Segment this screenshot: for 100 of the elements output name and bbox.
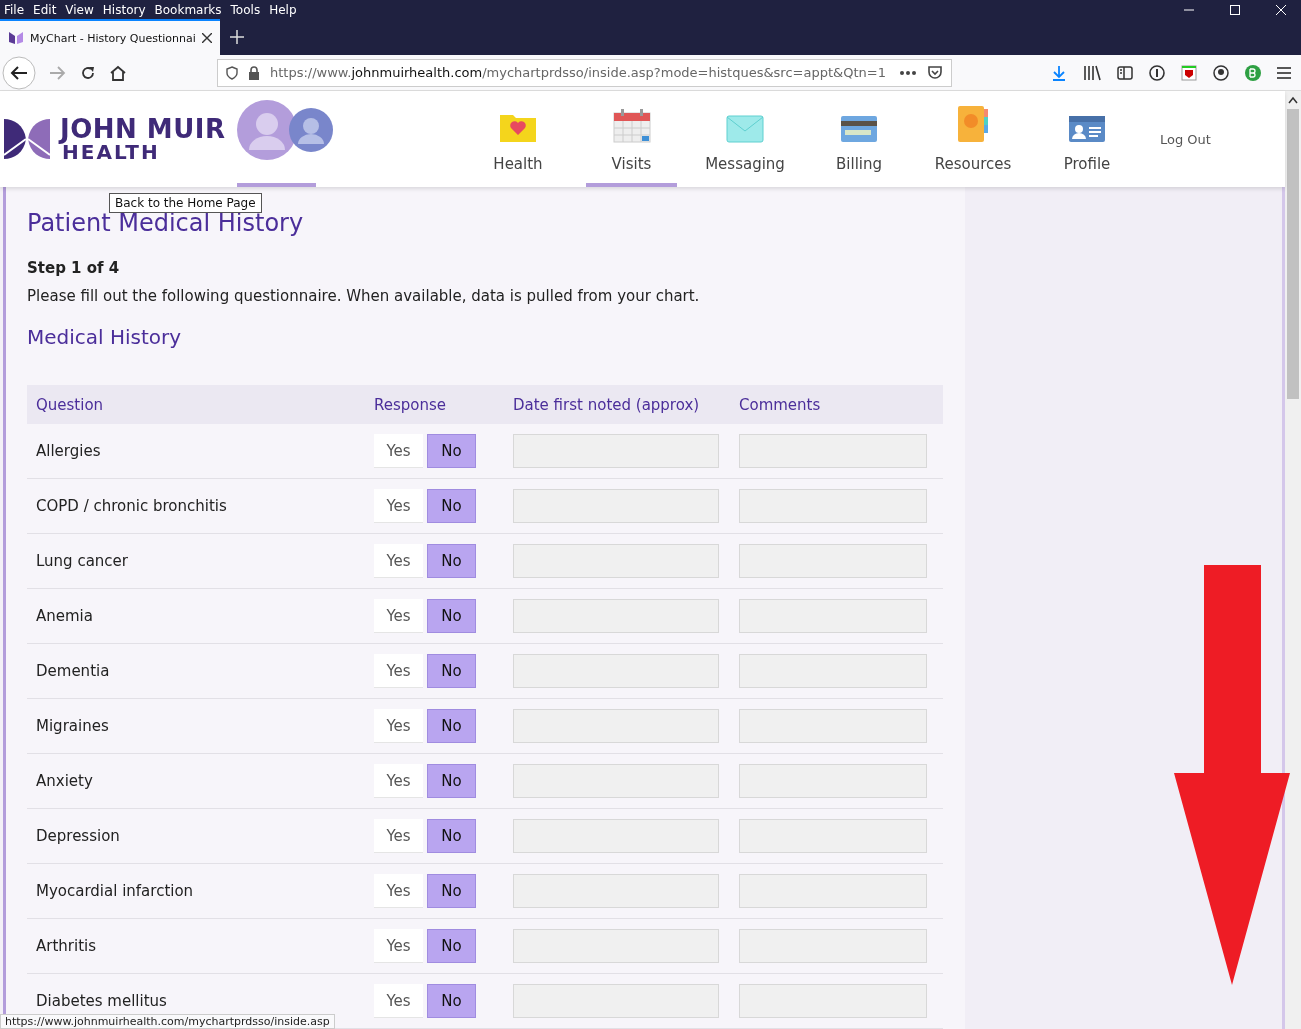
- question-label: Myocardial infarction: [35, 882, 195, 900]
- response-option[interactable]: Yes: [374, 929, 423, 963]
- lock-icon: [248, 65, 260, 80]
- date-field[interactable]: [513, 489, 719, 523]
- comment-field[interactable]: [739, 654, 927, 688]
- response-option[interactable]: Yes: [374, 489, 423, 523]
- comment-field[interactable]: [739, 764, 927, 798]
- date-field[interactable]: [513, 984, 719, 1018]
- reload-icon[interactable]: [80, 64, 96, 81]
- nav-tab[interactable]: Resources: [916, 91, 1030, 187]
- response-option[interactable]: No: [427, 654, 476, 688]
- sidebar-icon[interactable]: [1117, 65, 1133, 80]
- response-option[interactable]: No: [427, 544, 476, 578]
- response-option[interactable]: No: [427, 929, 476, 963]
- more-icon[interactable]: [899, 69, 917, 76]
- address-bar[interactable]: https://www.johnmuirhealth.com/mychartprdsso/inside.asp?mode=histques&src=appt&Qtn=1: [217, 58, 952, 87]
- new-tab-icon[interactable]: [229, 30, 244, 45]
- response-option[interactable]: Yes: [374, 709, 423, 743]
- column-header: Question: [35, 395, 105, 414]
- response-option[interactable]: Yes: [374, 984, 423, 1018]
- comment-field[interactable]: [739, 929, 927, 963]
- response-option[interactable]: Yes: [374, 819, 423, 853]
- response-option[interactable]: No: [427, 709, 476, 743]
- date-field[interactable]: [513, 599, 719, 633]
- close-icon[interactable]: [201, 33, 212, 44]
- column-header: Comments: [739, 395, 822, 414]
- date-field[interactable]: [513, 874, 719, 908]
- comment-field[interactable]: [739, 434, 927, 468]
- account-icon[interactable]: [1213, 64, 1229, 81]
- response-option[interactable]: Yes: [374, 599, 423, 633]
- nav-tab[interactable]: Profile: [1030, 91, 1144, 187]
- extension-icon[interactable]: [1245, 64, 1261, 81]
- browser-tab[interactable]: MyChart - History Questionnai: [0, 19, 220, 56]
- response-option[interactable]: No: [427, 819, 476, 853]
- comment-field[interactable]: [739, 599, 927, 633]
- menu-item[interactable]: Tools: [230, 2, 261, 17]
- question-label: Allergies: [35, 442, 102, 460]
- scroll-up-icon[interactable]: [1288, 96, 1298, 104]
- comment-field[interactable]: [739, 874, 927, 908]
- menu-item[interactable]: File: [4, 2, 25, 17]
- response-option[interactable]: No: [427, 489, 476, 523]
- menu-item[interactable]: View: [65, 2, 94, 17]
- date-field[interactable]: [513, 764, 719, 798]
- scrollbar-thumb[interactable]: [1287, 109, 1299, 399]
- nav-tab[interactable]: Messaging: [688, 91, 802, 187]
- comment-field[interactable]: [739, 819, 927, 853]
- date-field[interactable]: [513, 819, 719, 853]
- response-option[interactable]: Yes: [374, 874, 423, 908]
- question-label: Anemia: [35, 607, 94, 625]
- question-label: Anxiety: [35, 772, 94, 790]
- menu-item[interactable]: History: [102, 2, 146, 17]
- response-option[interactable]: Yes: [374, 654, 423, 688]
- response-option[interactable]: No: [427, 984, 476, 1018]
- question-label: Lung cancer: [35, 552, 129, 570]
- library-icon[interactable]: [1083, 64, 1101, 81]
- response-option[interactable]: No: [427, 599, 476, 633]
- download-icon[interactable]: [1051, 64, 1067, 81]
- book-globe-icon: [956, 105, 990, 143]
- comment-field[interactable]: [739, 984, 927, 1018]
- comment-field[interactable]: [739, 489, 927, 523]
- date-field[interactable]: [513, 434, 719, 468]
- envelope-icon: [726, 115, 764, 143]
- response-option[interactable]: No: [427, 874, 476, 908]
- nav-tab[interactable]: Billing: [802, 91, 916, 187]
- column-header: Response: [374, 395, 448, 414]
- question-label: Diabetes mellitus: [35, 992, 168, 1010]
- shield-badge-icon[interactable]: [1181, 64, 1197, 81]
- date-field[interactable]: [513, 654, 719, 688]
- question-label: Migraines: [35, 717, 110, 735]
- response-option[interactable]: Yes: [374, 544, 423, 578]
- menu-icon[interactable]: [1277, 66, 1291, 79]
- logo-text[interactable]: JOHN MUIR: [60, 116, 226, 142]
- question-label: COPD / chronic bronchitis: [35, 497, 228, 515]
- pocket-icon[interactable]: [927, 65, 943, 81]
- comment-field[interactable]: [739, 709, 927, 743]
- avatar-icon[interactable]: [237, 100, 335, 162]
- info-icon[interactable]: [1149, 64, 1165, 81]
- response-option[interactable]: No: [427, 434, 476, 468]
- tooltip: Back to the Home Page: [109, 193, 262, 213]
- section-heading: Medical History: [27, 325, 183, 349]
- date-field[interactable]: [513, 709, 719, 743]
- menu-item[interactable]: Help: [269, 2, 297, 17]
- date-field[interactable]: [513, 929, 719, 963]
- menu-item[interactable]: Edit: [33, 2, 57, 17]
- home-icon[interactable]: [110, 64, 126, 81]
- question-label: Arthritis: [35, 937, 97, 955]
- response-option[interactable]: No: [427, 764, 476, 798]
- logo-mark-icon[interactable]: [4, 117, 50, 161]
- maximize-icon[interactable]: [1229, 3, 1241, 16]
- menu-item[interactable]: Bookmarks: [154, 2, 222, 17]
- log-out-link[interactable]: Log Out: [1160, 131, 1211, 147]
- nav-tab[interactable]: Health: [461, 91, 575, 187]
- date-field[interactable]: [513, 544, 719, 578]
- instructions-text: Please fill out the following questionnaire. When available, data is pulled from your chart.: [27, 287, 701, 305]
- response-option[interactable]: Yes: [374, 764, 423, 798]
- back-icon[interactable]: [2, 55, 36, 90]
- comment-field[interactable]: [739, 544, 927, 578]
- question-label: Depression: [35, 827, 121, 845]
- response-option[interactable]: Yes: [374, 434, 423, 468]
- forward-icon[interactable]: [50, 65, 66, 80]
